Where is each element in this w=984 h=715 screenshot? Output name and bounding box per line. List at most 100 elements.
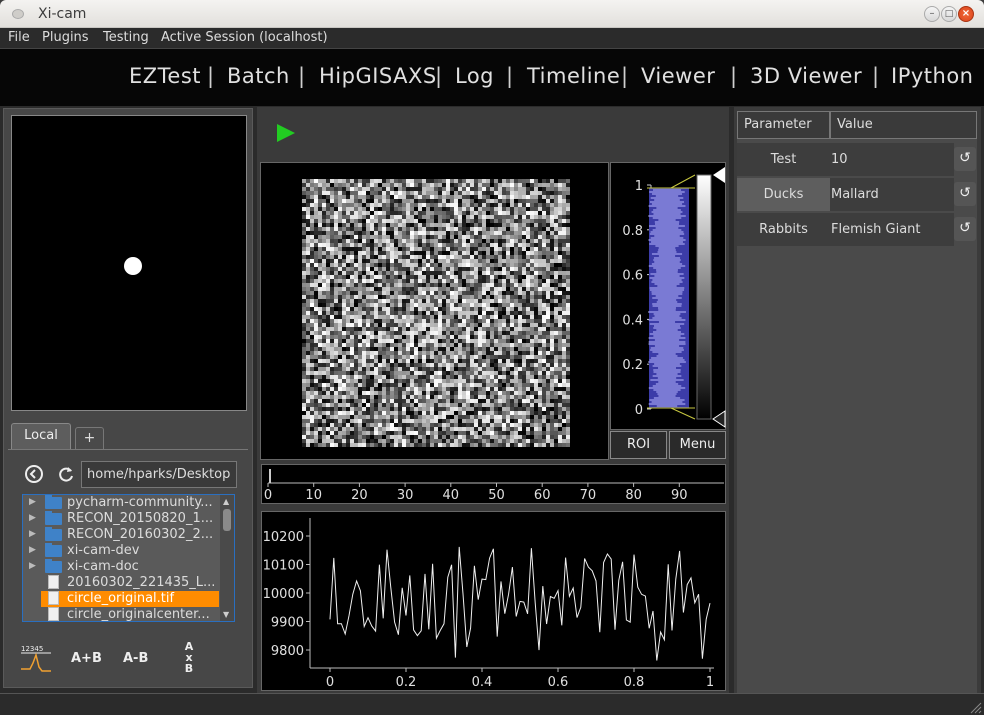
mode-timeline[interactable]: Timeline — [527, 64, 620, 88]
status-bar — [0, 693, 984, 715]
menu-button[interactable]: Menu — [669, 431, 726, 459]
plot-x-tick-label: 0.8 — [624, 675, 645, 690]
plot-x-tick-label: 0.6 — [548, 675, 569, 690]
expand-arrow-icon[interactable]: ▶ — [29, 497, 36, 507]
parameter-value[interactable]: Mallard — [830, 178, 954, 211]
resize-grip-icon[interactable] — [968, 700, 982, 714]
histogram-tick-label: 0.6 — [622, 269, 643, 284]
subtract-op-button[interactable]: A-B — [123, 651, 148, 666]
file-icon — [48, 591, 59, 605]
parameter-row[interactable]: Test 10 ↺ — [737, 143, 977, 176]
gradient-bar[interactable] — [696, 174, 712, 420]
histogram-tick-label: 1 — [635, 179, 643, 194]
reset-icon[interactable]: ↺ — [954, 217, 976, 241]
timeline-tick-label: 40 — [443, 488, 460, 503]
menu-active-session[interactable]: Active Session (localhost) — [161, 30, 328, 45]
mode-separator: | — [730, 64, 738, 88]
file-tree-item[interactable]: ▶ xi-cam-doc — [23, 559, 223, 575]
parameter-value[interactable]: 10 — [830, 143, 954, 176]
expand-arrow-icon[interactable]: ▶ — [29, 529, 36, 539]
mode-3d-viewer[interactable]: 3D Viewer — [750, 64, 862, 88]
maximize-icon[interactable]: □ — [941, 6, 957, 22]
mode-eztest[interactable]: EZTest — [129, 64, 201, 88]
path-input[interactable]: home/hparks/Desktop — [81, 461, 237, 488]
param-header-name[interactable]: Parameter — [737, 111, 830, 139]
reset-icon[interactable]: ↺ — [954, 182, 976, 206]
file-tree-item[interactable]: ▶ RECON_20160302_2... — [23, 527, 223, 543]
close-icon[interactable]: × — [958, 6, 974, 22]
parameter-row[interactable]: Ducks Mallard ↺ — [737, 178, 977, 211]
folder-icon — [45, 527, 62, 541]
image-preview[interactable] — [11, 115, 247, 411]
plot-y-tick-label: 10000 — [263, 587, 304, 602]
tree-scrollbar[interactable]: ▲ ▼ — [220, 495, 234, 621]
line-plot[interactable]: 10200 10100 10000 9900 9800 0 0.2 0.4 0.6 0.8 1 — [261, 511, 726, 691]
center-panel: 1 0.8 0.6 0.4 0.2 0 ROI Menu 0 10 20 30 40 50 60 70 8… — [257, 107, 729, 693]
plot-y-tick-label: 10200 — [263, 530, 304, 545]
parameter-name: Ducks — [737, 178, 830, 211]
mode-separator: | — [872, 64, 880, 88]
menu-file[interactable]: File — [8, 30, 30, 45]
file-tree-item-label: xi-cam-doc — [67, 559, 139, 574]
multiply-op-button[interactable]: A x B — [180, 641, 198, 674]
profile-op-icon[interactable]: 12345 — [18, 643, 54, 675]
file-tree-item[interactable]: 20160302_221435_L... — [23, 575, 223, 591]
mode-log[interactable]: Log — [455, 64, 494, 88]
image-view[interactable] — [260, 162, 609, 460]
tab-add[interactable]: + — [75, 427, 104, 449]
file-icon — [48, 607, 59, 621]
parameter-value[interactable]: Flemish Giant — [830, 213, 954, 246]
mode-ipython[interactable]: IPython — [891, 64, 974, 88]
scroll-thumb[interactable] — [223, 509, 231, 531]
tab-local[interactable]: Local — [11, 423, 71, 449]
folder-icon — [45, 495, 62, 509]
file-tree-item[interactable]: ▶ RECON_20150820_1... — [23, 511, 223, 527]
histogram-widget[interactable]: 1 0.8 0.6 0.4 0.2 0 — [610, 162, 726, 430]
expand-arrow-icon[interactable]: ▶ — [29, 513, 36, 523]
timeline-slider[interactable]: 0 10 20 30 40 50 60 70 80 90 — [261, 464, 726, 504]
gradient-handle-top[interactable] — [713, 167, 725, 183]
timeline-tick-label: 10 — [305, 488, 322, 503]
histogram-tick-label: 0.2 — [622, 358, 643, 373]
file-tree-item-label: circle_original.tif — [67, 591, 175, 606]
scroll-up-icon[interactable]: ▲ — [223, 497, 229, 506]
add-op-button[interactable]: A+B — [71, 651, 102, 666]
timeline-tick-label: 20 — [351, 488, 368, 503]
menu-testing[interactable]: Testing — [103, 30, 149, 45]
title-bar: Xi-cam – □ × — [0, 0, 984, 28]
timeline-tick-label: 70 — [580, 488, 597, 503]
left-panel: Local + home/hparks/Desktop ▶ pycharm-com… — [3, 108, 253, 688]
mode-separator: | — [506, 64, 514, 88]
roi-button[interactable]: ROI — [610, 431, 667, 459]
file-tree-item-label: circle_originalcenter... — [67, 607, 210, 622]
file-tree-item[interactable]: ▶ xi-cam-dev — [23, 543, 223, 559]
file-icon — [48, 575, 59, 589]
parameter-panel: Parameter Value Test 10 ↺ Ducks Mallard ↺ Rabb… — [734, 107, 981, 693]
back-icon[interactable] — [24, 464, 44, 484]
gradient-handle-bottom[interactable] — [712, 410, 726, 428]
plot-x-tick-label: 0.4 — [472, 675, 493, 690]
scroll-down-icon[interactable]: ▼ — [223, 610, 229, 619]
window-title: Xi-cam — [38, 6, 87, 22]
file-tree-item[interactable]: circle_originalcenter... — [23, 607, 223, 622]
expand-arrow-icon[interactable]: ▶ — [29, 561, 36, 571]
menu-plugins[interactable]: Plugins — [42, 30, 89, 45]
tab-divider — [8, 449, 248, 450]
param-header-value[interactable]: Value — [830, 111, 977, 139]
plot-y-tick-label: 9800 — [271, 644, 304, 659]
file-tree-item[interactable]: circle_original.tif — [41, 591, 219, 607]
mode-hipgisaxs[interactable]: HipGISAXS — [319, 64, 437, 88]
plot-y-tick-label: 10100 — [263, 559, 304, 574]
minimize-icon[interactable]: – — [924, 6, 940, 22]
file-tree[interactable]: ▶ pycharm-community... ▶ RECON_20150820_1..… — [22, 494, 235, 622]
mode-viewer[interactable]: Viewer — [641, 64, 715, 88]
parameter-row[interactable]: Rabbits Flemish Giant ↺ — [737, 213, 977, 246]
mode-batch[interactable]: Batch — [227, 64, 290, 88]
reset-icon[interactable]: ↺ — [954, 147, 976, 171]
file-tree-item[interactable]: ▶ pycharm-community... — [23, 495, 223, 511]
app-window: Xi-cam – □ × File Plugins Testing Active… — [0, 0, 984, 715]
play-icon[interactable] — [275, 123, 297, 145]
window-menu-icon[interactable] — [12, 9, 24, 19]
refresh-icon[interactable] — [56, 464, 76, 484]
expand-arrow-icon[interactable]: ▶ — [29, 545, 36, 555]
